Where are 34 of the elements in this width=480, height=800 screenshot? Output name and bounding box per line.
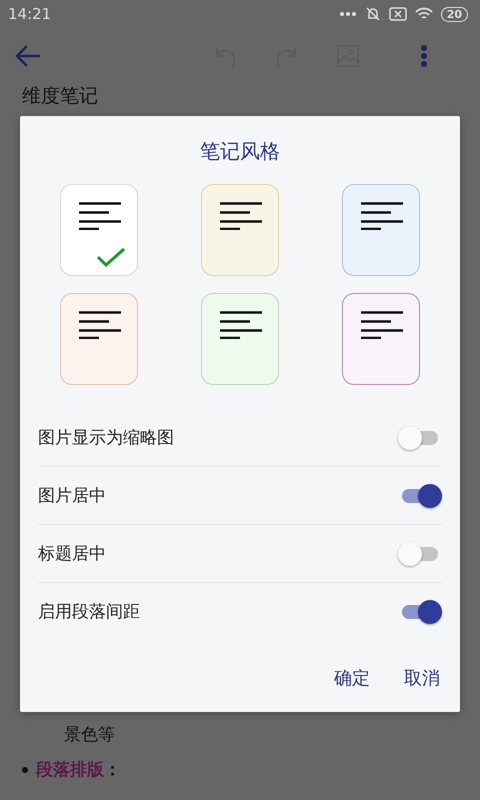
text-lines-icon: [79, 311, 121, 339]
option-label: 标题居中: [38, 543, 106, 565]
toggle-switch[interactable]: [398, 542, 438, 566]
text-lines-icon: [361, 202, 403, 230]
dialog-button[interactable]: 取消: [396, 660, 448, 696]
check-icon: [97, 247, 125, 267]
dialog-button[interactable]: 确定: [326, 660, 378, 696]
text-lines-icon: [361, 311, 403, 339]
wifi-icon: [414, 7, 433, 21]
text-lines-icon: [220, 311, 262, 339]
option-label: 启用段落间距: [38, 601, 140, 623]
more-icon[interactable]: [420, 44, 428, 68]
note-paragraph-end: 景色等: [63, 724, 116, 747]
colon-text: ：: [104, 759, 121, 781]
toggle-switch[interactable]: [398, 426, 438, 450]
option-label: 图片居中: [38, 485, 106, 507]
dialog-title: 笔记风格: [199, 138, 281, 164]
note-title: 维度笔记: [21, 84, 99, 108]
option-label: 图片显示为缩略图: [38, 427, 174, 449]
mute-bell-icon: [364, 6, 381, 22]
bullet-dot: [22, 766, 28, 772]
back-icon[interactable]: [14, 44, 42, 68]
style-card[interactable]: [60, 293, 138, 385]
style-card[interactable]: [342, 184, 420, 276]
bullet-heading: 段落排版: [36, 759, 104, 781]
more-dots-icon: [338, 11, 357, 17]
battery-indicator: 20: [440, 6, 468, 22]
style-card[interactable]: [342, 293, 420, 385]
text-lines-icon: [79, 202, 121, 230]
text-lines-icon: [220, 202, 262, 230]
no-sim-icon: [388, 7, 407, 21]
style-card[interactable]: [201, 184, 279, 276]
style-card[interactable]: [201, 293, 279, 385]
status-time: 14:21: [8, 5, 52, 23]
